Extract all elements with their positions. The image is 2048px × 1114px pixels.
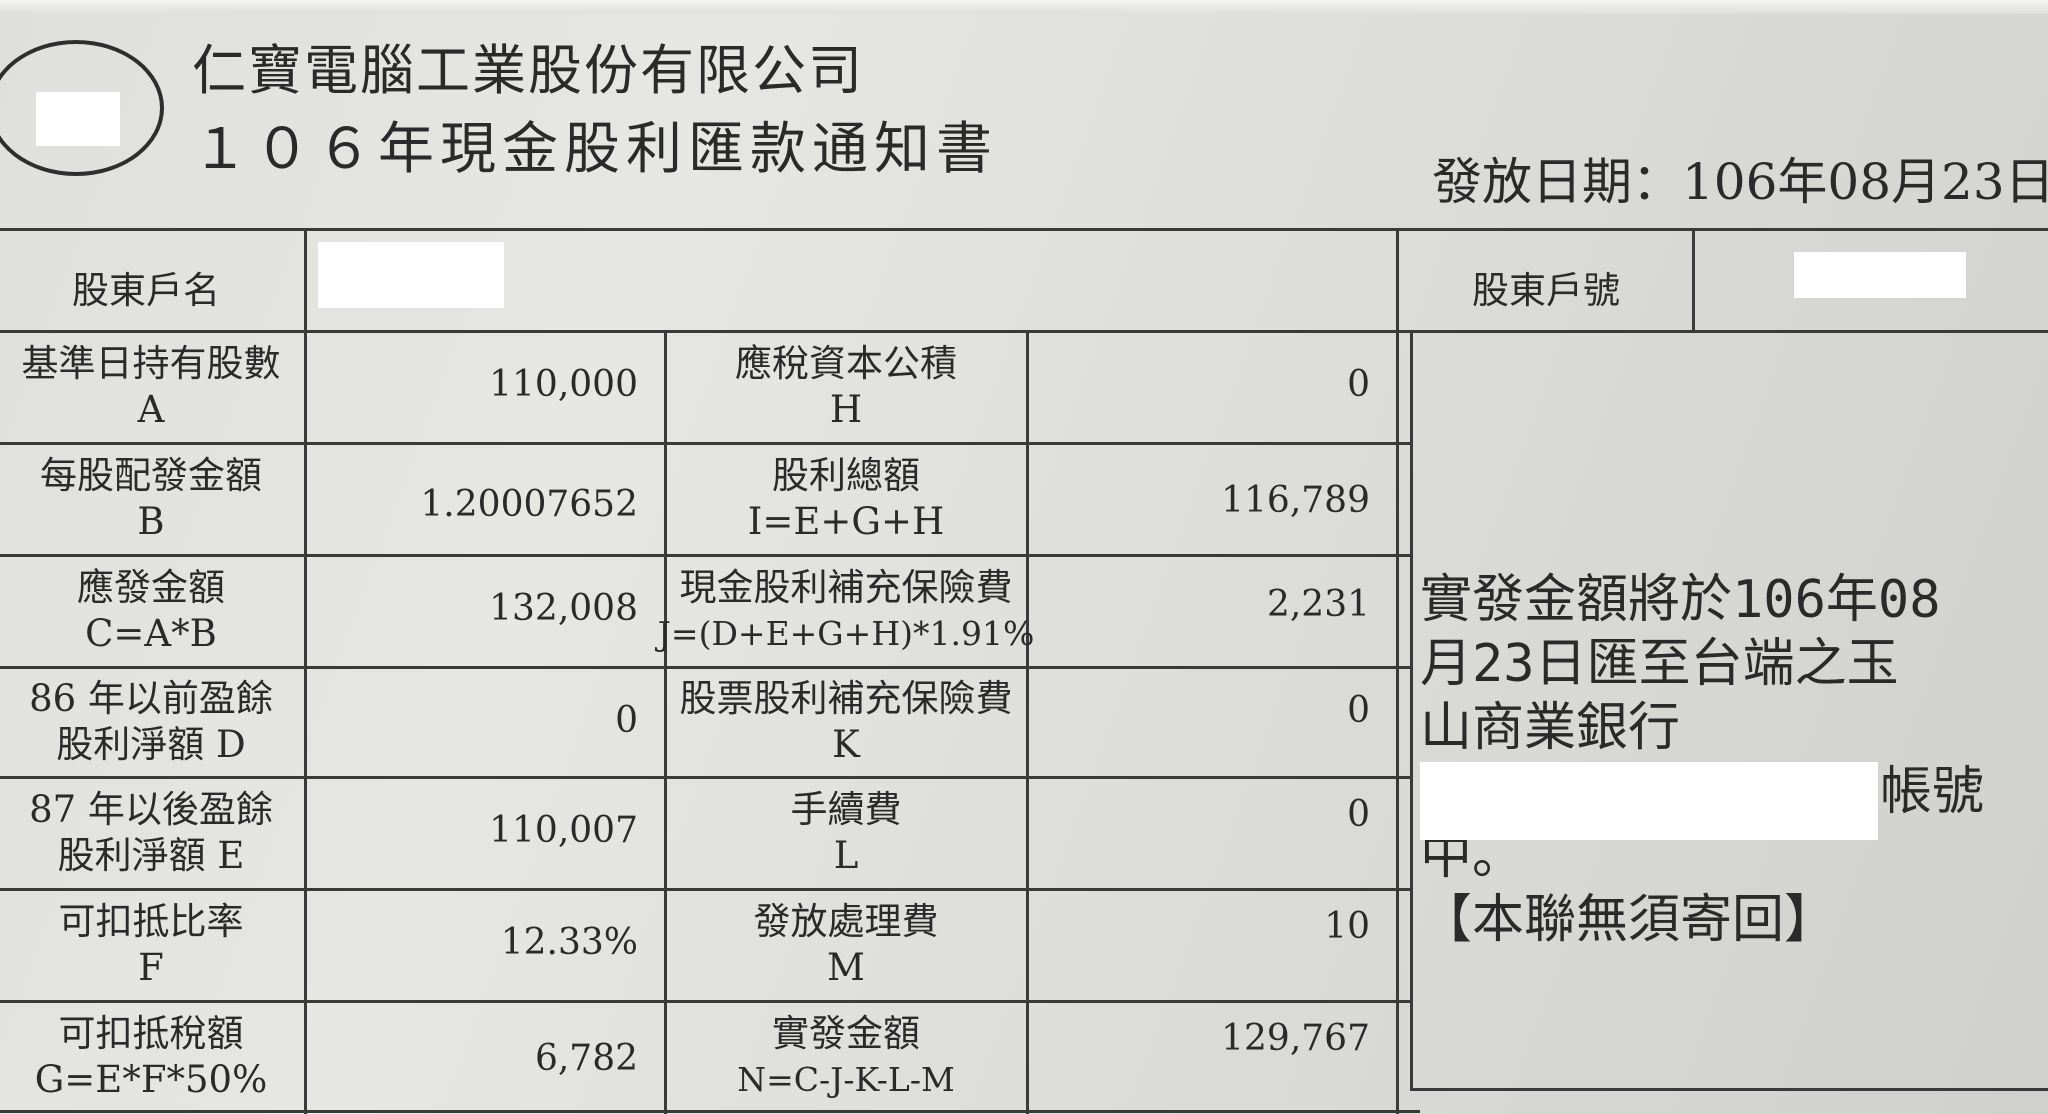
row-label: 基準日持有股數 A <box>21 342 281 431</box>
column-divider <box>1026 330 1029 1114</box>
row-label: 87 年以後盈餘 股利淨額 E <box>29 788 273 877</box>
note-line: 實發金額將於106年08 <box>1420 570 1941 630</box>
row-value: 12.33% <box>500 922 638 963</box>
account-number-label: 股東戶號 <box>1472 269 1620 312</box>
row-value: 129,767 <box>1221 1018 1370 1059</box>
row-label: 可扣抵比率 F <box>58 900 244 989</box>
row-value: 132,008 <box>489 588 638 629</box>
row-value: 116,789 <box>1221 480 1370 521</box>
redacted-account-name <box>318 242 504 308</box>
row-label: 現金股利補充保險費 J=(D+E+G+H)*1.91% <box>657 566 1035 653</box>
column-divider <box>1692 228 1695 330</box>
note-line: 【本聯無須寄回】 <box>1420 890 1837 950</box>
row-label: 86 年以前盈餘 股利淨額 D <box>29 677 273 766</box>
transfer-note: 實發金額將於106年08 月23日匯至台端之玉 山商業銀行 帳號 中。 【本聯無… <box>1420 568 2040 952</box>
row-value: 110,007 <box>489 810 638 851</box>
issue-date: 發放日期：106年08月23日 <box>1432 153 2048 211</box>
account-name-label: 股東戶名 <box>72 269 220 312</box>
row-value: 0 <box>1347 690 1370 731</box>
table-top-border <box>0 228 2048 231</box>
row-label: 每股配發金額 B <box>40 454 262 543</box>
note-bottom-border <box>1410 1088 2048 1091</box>
redacted-account-number <box>1794 252 1966 298</box>
notice-title: １０６年現金股利匯款通知書 <box>192 117 998 182</box>
redacted-bank-account <box>1420 762 1878 840</box>
paper-edge <box>0 0 2048 14</box>
note-line: 山商業銀行 <box>1420 698 1681 758</box>
row-label: 股票股利補充保險費 K <box>679 677 1013 766</box>
row-label: 手續費 L <box>790 788 902 877</box>
row-label: 應稅資本公積 H <box>735 342 957 431</box>
row-value: 0 <box>615 700 638 741</box>
row-value: 0 <box>1347 794 1370 835</box>
note-left-border <box>1410 330 1413 1090</box>
row-label: 應發金額 C=A*B <box>77 566 225 655</box>
row-value: 1.20007652 <box>420 484 638 525</box>
note-line: 月23日匯至台端之玉 <box>1420 634 1899 694</box>
row-label: 股利總額 I=E+G+H <box>747 454 945 543</box>
row-label: 可扣抵稅額 G=E*F*50% <box>34 1012 268 1101</box>
column-divider <box>304 228 307 1114</box>
company-name: 仁寶電腦工業股份有限公司 <box>192 39 864 102</box>
redacted-seal-text <box>36 92 120 146</box>
row-label: 實發金額 N=C-J-K-L-M <box>737 1012 955 1099</box>
row-value: 6,782 <box>534 1038 638 1079</box>
row-label: 發放處理費 M <box>753 900 939 989</box>
row-value: 10 <box>1324 906 1370 947</box>
row-value: 0 <box>1347 364 1370 405</box>
row-value: 2,231 <box>1266 584 1370 625</box>
dividend-notice-paper: 仁寶電腦工業股份有限公司 １０６年現金股利匯款通知書 發放日期：106年08月2… <box>0 0 2048 1114</box>
row-value: 110,000 <box>489 364 638 405</box>
column-divider <box>1396 228 1399 1114</box>
